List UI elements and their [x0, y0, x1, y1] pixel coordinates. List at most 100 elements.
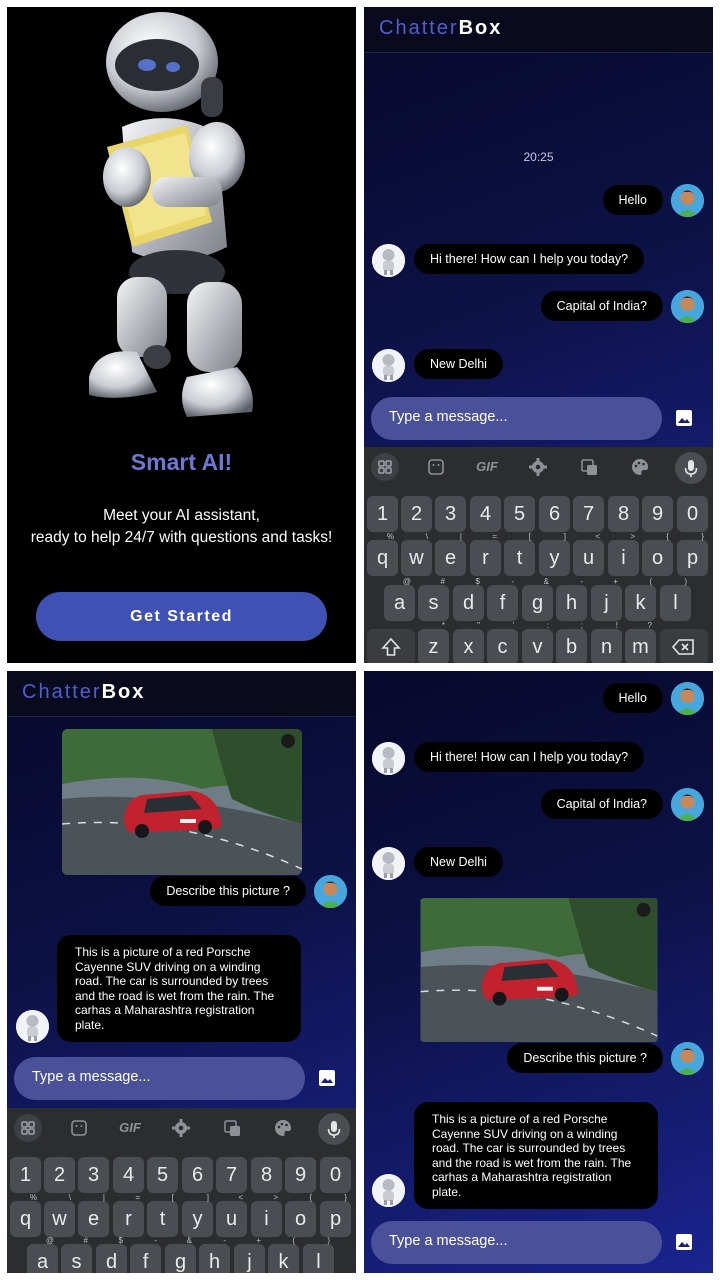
key-x[interactable]: x ": [453, 621, 484, 663]
key-g-alt: &: [186, 1236, 192, 1245]
mic-icon[interactable]: [675, 452, 707, 484]
key-7[interactable]: 7: [573, 496, 604, 532]
key-5[interactable]: 5: [147, 1157, 178, 1193]
key-s[interactable]: s #: [61, 1236, 92, 1273]
message-input[interactable]: Type a message...: [371, 397, 662, 440]
message-input[interactable]: Type a message...: [14, 1057, 305, 1100]
key-d[interactable]: d $: [453, 577, 484, 621]
key-t[interactable]: t[: [504, 532, 535, 576]
key-7[interactable]: 7: [216, 1157, 247, 1193]
apps-icon[interactable]: [371, 453, 399, 481]
key-j[interactable]: j +: [591, 577, 622, 621]
key-l[interactable]: l): [660, 577, 691, 621]
key-o[interactable]: o{: [285, 1193, 316, 1237]
key-g[interactable]: g &: [522, 577, 553, 621]
key-b[interactable]: b;: [556, 621, 587, 663]
key-6[interactable]: 6: [539, 496, 570, 532]
key-e[interactable]: e |: [78, 1193, 109, 1237]
key-w[interactable]: w \: [401, 532, 432, 576]
key-4[interactable]: 4: [470, 496, 501, 532]
key-w[interactable]: w \: [44, 1193, 75, 1237]
key-u[interactable]: u <: [573, 532, 604, 576]
translate-icon[interactable]: [575, 453, 603, 481]
key-i[interactable]: i >: [608, 532, 639, 576]
key-3[interactable]: 3: [435, 496, 466, 532]
sticker-icon[interactable]: [65, 1114, 93, 1142]
key-l[interactable]: l): [303, 1236, 334, 1273]
sticker-icon[interactable]: [422, 453, 450, 481]
key-c[interactable]: c ': [487, 621, 518, 663]
key-i[interactable]: i >: [251, 1193, 282, 1237]
key-o[interactable]: o{: [642, 532, 673, 576]
key-y[interactable]: y]: [539, 532, 570, 576]
key-9[interactable]: 9: [285, 1157, 316, 1193]
key-l-alt: ): [327, 1236, 330, 1245]
key-j-alt: +: [613, 577, 618, 586]
translate-icon[interactable]: [218, 1114, 246, 1142]
image-upload-icon[interactable]: [674, 1232, 694, 1252]
key-h-alt: -: [580, 577, 583, 586]
key-m[interactable]: m?: [625, 621, 656, 663]
message-timestamp: 20:25: [523, 150, 554, 164]
get-started-button[interactable]: Get Started: [36, 592, 327, 641]
key-q[interactable]: q%: [10, 1193, 41, 1237]
key-t[interactable]: t[: [147, 1193, 178, 1237]
key-u-label: u: [225, 1208, 238, 1230]
gif-button[interactable]: GIF: [473, 453, 501, 481]
gear-icon[interactable]: [167, 1114, 195, 1142]
gear-icon[interactable]: [524, 453, 552, 481]
key-9[interactable]: 9: [642, 496, 673, 532]
key-p[interactable]: p}: [677, 532, 708, 576]
key-r[interactable]: r =: [470, 532, 501, 576]
key-3[interactable]: 3: [78, 1157, 109, 1193]
key-y[interactable]: y]: [182, 1193, 213, 1237]
key-j[interactable]: j +: [234, 1236, 265, 1273]
key-0[interactable]: 0: [320, 1157, 351, 1193]
key-v[interactable]: v:: [522, 621, 553, 663]
key-m-label: m: [632, 636, 649, 658]
key-a[interactable]: a @: [384, 577, 415, 621]
key-1[interactable]: 1: [10, 1157, 41, 1193]
shared-car-photo[interactable]: [419, 898, 659, 1042]
key-k[interactable]: k(: [625, 577, 656, 621]
key-4[interactable]: 4: [113, 1157, 144, 1193]
key-f[interactable]: f-: [130, 1236, 161, 1273]
key-z[interactable]: z *: [418, 621, 449, 663]
key-6[interactable]: 6: [182, 1157, 213, 1193]
key-n[interactable]: n!: [591, 621, 622, 663]
message-input[interactable]: Type a message...: [371, 1221, 662, 1264]
key-8[interactable]: 8: [251, 1157, 282, 1193]
image-upload-icon[interactable]: [674, 408, 694, 428]
key-f-alt: -: [511, 577, 514, 586]
key-e[interactable]: e |: [435, 532, 466, 576]
apps-icon[interactable]: [14, 1114, 42, 1142]
key-a[interactable]: a @: [27, 1236, 58, 1273]
key-1[interactable]: 1: [367, 496, 398, 532]
key-r[interactable]: r =: [113, 1193, 144, 1237]
shift-key[interactable]: [367, 629, 415, 663]
key-d[interactable]: d $: [96, 1236, 127, 1273]
palette-icon[interactable]: [626, 453, 654, 481]
key-h[interactable]: h-: [199, 1236, 230, 1273]
key-5[interactable]: 5: [504, 496, 535, 532]
key-h[interactable]: h-: [556, 577, 587, 621]
key-s[interactable]: s #: [418, 577, 449, 621]
gif-button[interactable]: GIF: [116, 1114, 144, 1142]
backspace-key[interactable]: [660, 629, 708, 663]
key-8[interactable]: 8: [608, 496, 639, 532]
image-upload-icon[interactable]: [317, 1068, 337, 1088]
key-2[interactable]: 2: [44, 1157, 75, 1193]
key-u[interactable]: u <: [216, 1193, 247, 1237]
key-q[interactable]: q%: [367, 532, 398, 576]
key-f[interactable]: f-: [487, 577, 518, 621]
mic-icon[interactable]: [318, 1113, 350, 1145]
key-0[interactable]: 0: [677, 496, 708, 532]
key-n-alt: !: [615, 621, 618, 630]
key-2[interactable]: 2: [401, 496, 432, 532]
key-g[interactable]: g &: [165, 1236, 196, 1273]
shared-car-photo[interactable]: [62, 729, 302, 875]
key-p[interactable]: p}: [320, 1193, 351, 1237]
key-k[interactable]: k(: [268, 1236, 299, 1273]
key-x-label: x: [463, 636, 474, 658]
palette-icon[interactable]: [269, 1114, 297, 1142]
